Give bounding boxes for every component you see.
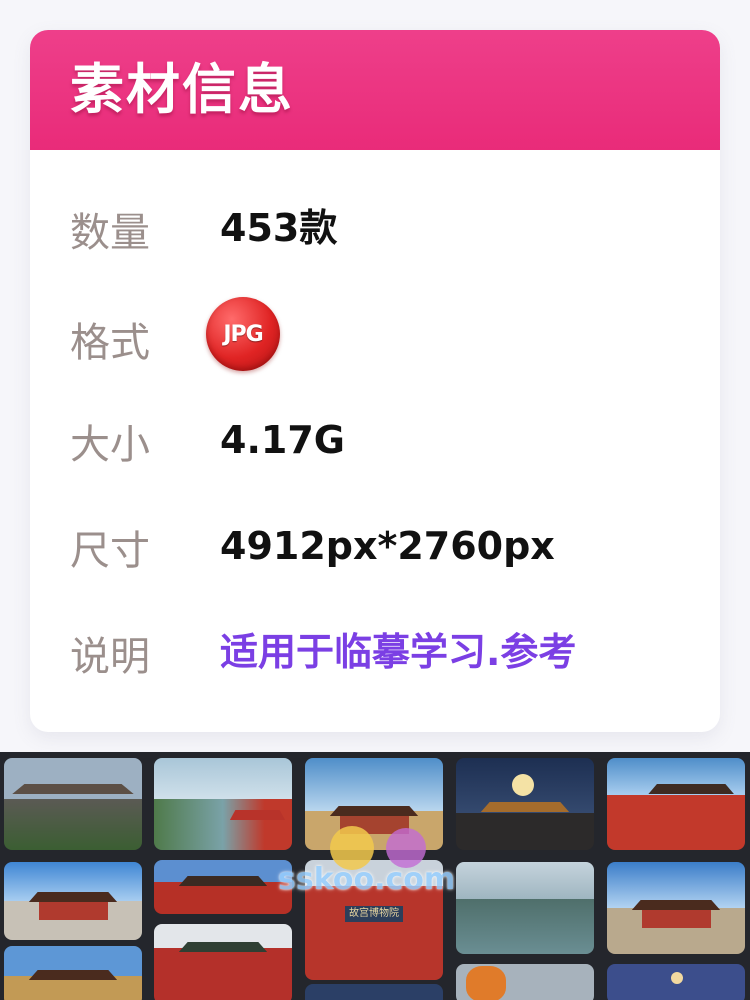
description-label: 说明: [70, 634, 150, 680]
material-info-card: 素材信息 数量 453款 格式 JPG 大小 4.17G 尺寸 4912px*2…: [30, 30, 720, 732]
museum-plaque: 故宫博物院: [345, 906, 403, 922]
row-dimensions: 尺寸 4912px*2760px: [70, 520, 710, 580]
row-size: 大小 4.17G: [70, 414, 710, 474]
preview-thumbnail[interactable]: [154, 758, 292, 850]
card-header: 素材信息: [30, 30, 720, 150]
preview-thumbnail[interactable]: [4, 946, 142, 1000]
dimensions-value: 4912px*2760px: [220, 524, 555, 568]
row-description: 说明 适用于临摹学习.参考: [70, 626, 710, 686]
jpg-badge-icon: JPG: [206, 297, 280, 371]
quantity-label: 数量: [70, 210, 150, 256]
watermark-text: sskoo.com: [278, 862, 456, 897]
preview-thumbnail[interactable]: [607, 758, 745, 850]
preview-thumbnail[interactable]: [305, 984, 443, 1000]
row-quantity: 数量 453款: [70, 202, 710, 262]
preview-thumbnail[interactable]: [4, 862, 142, 940]
preview-thumbnail[interactable]: [456, 862, 594, 954]
preview-thumbnail[interactable]: [607, 862, 745, 954]
preview-thumbnail[interactable]: [456, 964, 594, 1000]
preview-thumbnail[interactable]: [607, 964, 745, 1000]
preview-thumbnail[interactable]: [456, 758, 594, 850]
size-value: 4.17G: [220, 418, 345, 462]
size-label: 大小: [70, 422, 150, 468]
preview-thumbnail[interactable]: [154, 860, 292, 914]
dimensions-label: 尺寸: [70, 528, 150, 574]
description-value: 适用于临摹学习.参考: [220, 630, 577, 674]
preview-thumbnail[interactable]: [154, 924, 292, 1000]
card-title: 素材信息: [70, 58, 294, 121]
format-value: JPG: [223, 321, 263, 347]
quantity-value: 453款: [220, 206, 338, 250]
preview-thumbnail[interactable]: [4, 758, 142, 850]
row-format: 格式 JPG: [70, 297, 710, 372]
format-label: 格式: [70, 320, 150, 366]
